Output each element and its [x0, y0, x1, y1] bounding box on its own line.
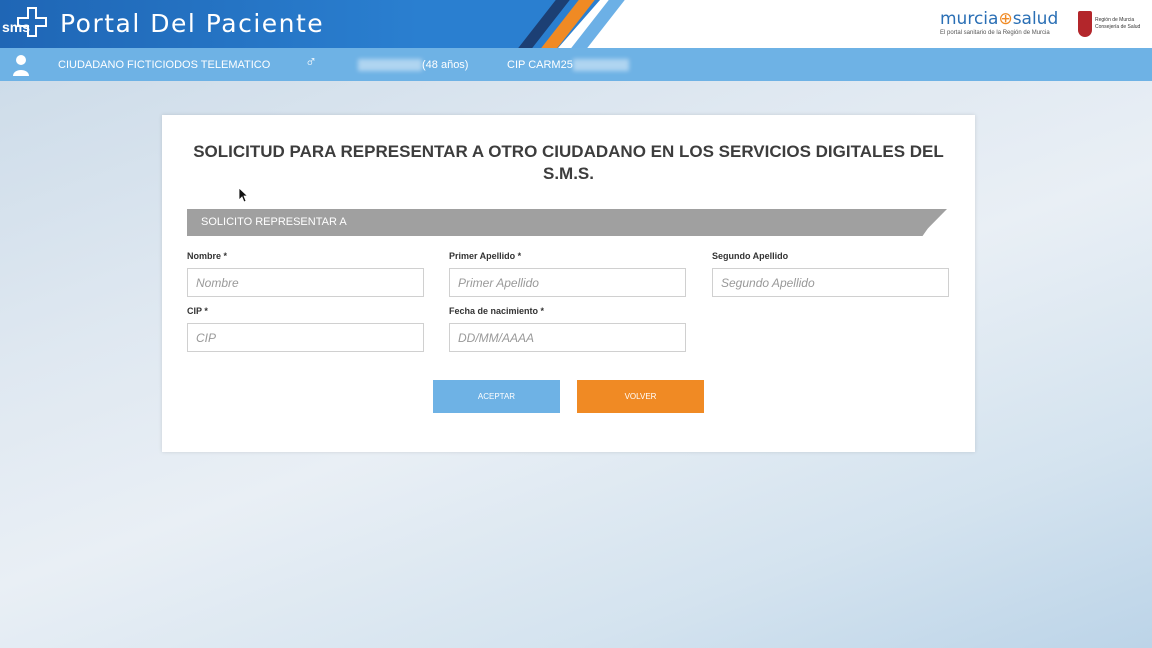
- redacted-id: [358, 59, 422, 72]
- top-header: sms Portal Del Paciente murcia⊕salud El …: [0, 0, 1152, 48]
- section-header: SOLICITO REPRESENTAR A: [187, 209, 947, 236]
- murcia-salud-logo[interactable]: murcia⊕salud El portal sanitario de la R…: [940, 9, 1058, 36]
- form-title: SOLICITUD PARA REPRESENTAR A OTRO CIUDAD…: [193, 142, 944, 183]
- nombre-label: Nombre *: [187, 251, 228, 261]
- back-button[interactable]: VOLVER: [577, 380, 704, 413]
- mouse-cursor-icon: [238, 187, 249, 208]
- nombre-input[interactable]: [187, 268, 424, 297]
- nombre-field: Nombre *: [187, 251, 424, 297]
- fecha-nacimiento-input[interactable]: [449, 323, 686, 352]
- section-header-label: SOLICITO REPRESENTAR A: [201, 216, 347, 228]
- fecha-nacimiento-field: Fecha de nacimiento *: [449, 306, 686, 352]
- user-cip: CIP CARM25: [507, 59, 629, 72]
- segundo-apellido-field: Segundo Apellido: [712, 251, 949, 297]
- primer-apellido-label: Primer Apellido *: [449, 251, 522, 261]
- male-icon: ♂: [305, 54, 317, 71]
- accept-button[interactable]: ACEPTAR: [433, 380, 560, 413]
- sms-logo-text: sms: [2, 19, 31, 35]
- sms-logo[interactable]: sms: [2, 6, 48, 42]
- cip-field: CIP *: [187, 306, 424, 352]
- region-line2: Consejería de Salud: [1095, 24, 1141, 30]
- brand-left-text: murcia: [940, 9, 999, 29]
- page-title: Portal Del Paciente: [60, 9, 325, 38]
- region-logo[interactable]: Región de Murcia Consejería de Salud: [1078, 11, 1140, 37]
- brand-plus-icon: ⊕: [998, 9, 1013, 29]
- region-line1: Región de Murcia: [1095, 17, 1135, 23]
- primer-apellido-input[interactable]: [449, 268, 686, 297]
- fecha-nacimiento-label: Fecha de nacimiento *: [449, 306, 545, 316]
- user-age: (48 años): [358, 59, 468, 72]
- cip-label: CIP *: [187, 306, 208, 316]
- user-name: CIUDADANO FICTICIODOS TELEMATICO: [58, 59, 271, 71]
- brand-right-text: salud: [1012, 9, 1059, 29]
- segundo-apellido-input[interactable]: [712, 268, 949, 297]
- region-shield-icon: [1078, 11, 1092, 37]
- brand-subtitle: El portal sanitario de la Región de Murc…: [940, 30, 1050, 36]
- segundo-apellido-label: Segundo Apellido: [712, 251, 789, 261]
- primer-apellido-field: Primer Apellido *: [449, 251, 686, 297]
- representation-form-card: SOLICITUD PARA REPRESENTAR A OTRO CIUDAD…: [162, 115, 975, 452]
- redacted-cip: [572, 59, 629, 72]
- user-info-bar: CIUDADANO FICTICIODOS TELEMATICO ♂ (48 a…: [0, 48, 1152, 81]
- cip-input[interactable]: [187, 323, 424, 352]
- user-icon: [12, 54, 30, 79]
